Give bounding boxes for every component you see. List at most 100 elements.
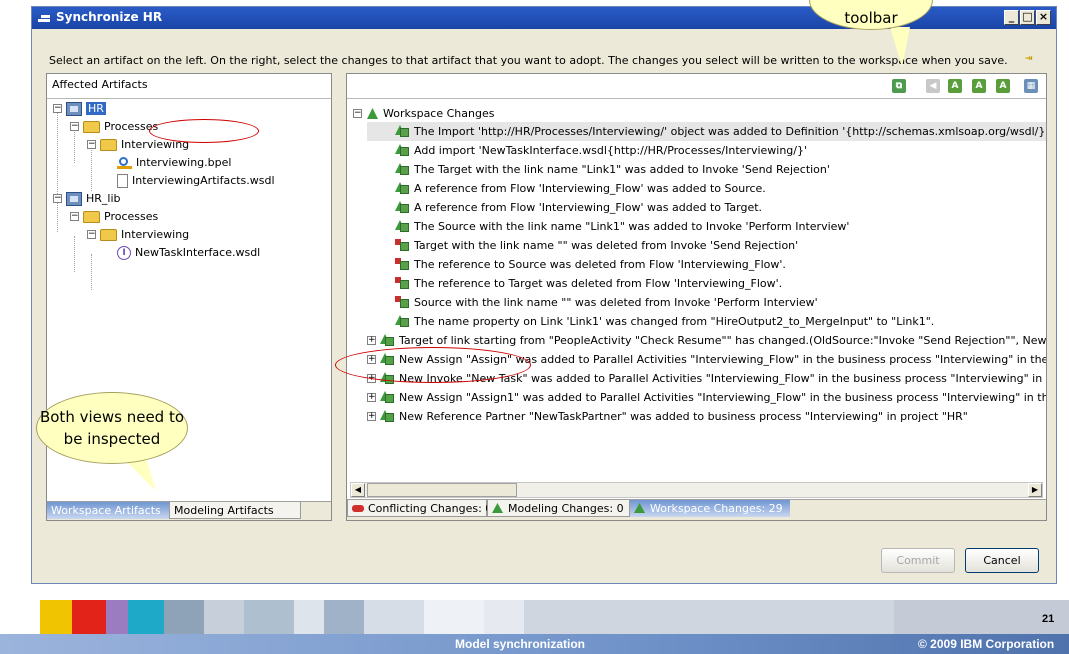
scroll-thumb[interactable] [367,483,517,497]
change-row[interactable]: The Target with the link name "Link1" wa… [367,160,1046,179]
modify-change-icon [380,334,395,347]
page-number: 21 [1042,613,1055,625]
folder-icon [83,211,100,223]
expand-icon[interactable]: + [367,336,376,345]
change-text: New Assign "Assign1" was added to Parall… [399,391,1046,404]
change-row[interactable]: The name property on Link 'Link1' was ch… [367,312,1046,331]
tab-workspace-artifacts[interactable]: Workspace Artifacts [47,502,169,519]
tab-modeling-artifacts[interactable]: Modeling Artifacts [169,502,301,519]
changes-toolbar: ⧉ ◀ A A A ▦ [347,74,1046,99]
collapse-icon[interactable]: − [353,109,362,118]
collapse-icon[interactable]: − [70,122,79,131]
change-text: The reference to Target was deleted from… [414,277,783,290]
tree-item-interviewing-bpel[interactable]: Interviewing.bpel [117,154,231,172]
toolbar-icons: ⧉ ◀ A A A ▦ [892,77,1042,95]
change-row[interactable]: A reference from Flow 'Interviewing_Flow… [367,198,1046,217]
change-row[interactable]: + Target of link starting from "PeopleAct… [367,331,1046,350]
delete-change-icon [395,296,410,309]
tab-workspace-changes[interactable]: Workspace Changes: 29 [630,500,790,517]
conflict-icon [352,505,364,512]
close-button[interactable]: × [1036,10,1051,25]
highlight-oval-new-task [335,347,531,383]
change-row[interactable]: The reference to Source was deleted from… [367,255,1046,274]
workspace-changes-icon [634,503,645,513]
change-row[interactable]: Source with the link name "" was deleted… [367,293,1046,312]
delete-change-icon [395,277,410,290]
change-text: The Source with the link name "Link1" wa… [414,220,850,233]
add-change-icon [395,163,410,176]
changes-panel: ⧉ ◀ A A A ▦ − Workspace Changes The Impo… [346,73,1047,521]
change-row[interactable]: Target with the link name "" was deleted… [367,236,1046,255]
toolbar-callout-text: toolbar [844,9,898,27]
tree-label: Interviewing.bpel [136,156,232,169]
previous-change-icon[interactable]: ◀ [926,79,940,93]
decorative-image-band [0,600,1069,634]
expand-icon[interactable]: + [367,393,376,402]
project-icon [66,102,82,116]
collapse-icon[interactable]: − [70,212,79,221]
tree-label: HR [86,102,106,115]
scroll-left-arrow[interactable]: ◀ [351,483,365,497]
change-text: A reference from Flow 'Interviewing_Flow… [414,201,763,214]
change-text: The name property on Link 'Link1' was ch… [414,315,935,328]
both-views-callout-text: Both views need to be inspected [39,408,185,448]
tab-modeling-changes[interactable]: Modeling Changes: 0 [487,500,630,517]
tab-label: Conflicting Changes: 0 [368,502,493,515]
change-row[interactable]: Add import 'NewTaskInterface.wsdl{http:/… [367,141,1046,160]
tree-item-interviewing-artifacts-wsdl[interactable]: InterviewingArtifacts.wsdl [117,172,275,190]
cancel-button[interactable]: Cancel [965,548,1039,573]
change-row[interactable]: The Import 'http://HR/Processes/Intervie… [367,122,1046,141]
collapse-icon[interactable]: − [53,194,62,203]
change-row[interactable]: The reference to Target was deleted from… [367,274,1046,293]
merge-icon[interactable]: A [996,79,1010,93]
copyright: © 2009 IBM Corporation [918,637,1055,651]
accept-change-icon[interactable]: A [948,79,962,93]
changes-tree: − Workspace Changes The Import 'http://H… [347,100,1046,480]
copy-all-icon[interactable]: ⧉ [892,79,906,93]
add-change-icon [395,201,410,214]
minimize-button[interactable]: _ [1004,10,1019,25]
maximize-button[interactable]: □ [1020,10,1035,25]
add-change-icon [395,220,410,233]
collapse-icon[interactable]: − [53,104,62,113]
bpel-icon [117,156,132,170]
tab-label: Workspace Changes: 29 [650,502,783,515]
change-text: The reference to Source was deleted from… [414,258,786,271]
collapse-icon[interactable]: − [87,140,96,149]
change-row[interactable]: A reference from Flow 'Interviewing_Flow… [367,179,1046,198]
add-change-icon [380,391,395,404]
wsdl-file-icon [117,174,128,188]
change-text: Target with the link name "" was deleted… [414,239,799,252]
modify-change-icon [395,315,410,328]
change-text: The Target with the link name "Link1" wa… [414,163,830,176]
tree-label: NewTaskInterface.wsdl [135,246,261,259]
change-row[interactable]: + New Reference Partner "NewTaskPartner" … [367,407,1046,426]
window-title: Synchronize HR [56,10,163,24]
change-row[interactable]: The Source with the link name "Link1" wa… [367,217,1046,236]
horizontal-scrollbar[interactable]: ◀ ▶ [350,482,1043,498]
scroll-right-arrow[interactable]: ▶ [1028,483,1042,497]
synchronize-dialog: Synchronize HR _ □ × Select an artifact … [31,6,1057,584]
add-change-icon [395,182,410,195]
folder-icon [83,121,100,133]
tree-label: InterviewingArtifacts.wsdl [132,174,275,187]
window-icon [38,13,50,23]
tab-conflicting-changes[interactable]: Conflicting Changes: 0 [347,500,492,517]
modeling-changes-icon [492,503,503,513]
expand-icon[interactable]: + [367,412,376,421]
change-text: Target of link starting from "PeopleActi… [399,334,1046,347]
highlight-oval-bpel [149,119,259,143]
change-row[interactable]: + New Assign "Assign1" was added to Paral… [367,388,1046,407]
maximize-view-icon[interactable]: ⇥ [1025,54,1041,64]
commit-button[interactable]: Commit [881,548,955,573]
tab-label: Modeling Changes: 0 [508,502,624,515]
accept-all-icon[interactable]: A [972,79,986,93]
collapse-icon[interactable]: − [87,230,96,239]
workspace-changes-icon [367,108,378,119]
filter-icon[interactable]: ▦ [1024,79,1038,93]
tree-item-newtaskinterface-wsdl[interactable]: I NewTaskInterface.wsdl [117,244,260,262]
add-change-icon [380,410,395,423]
root-label: Workspace Changes [383,107,495,120]
slide-title: Model synchronization [455,637,586,651]
folder-icon [100,229,117,241]
